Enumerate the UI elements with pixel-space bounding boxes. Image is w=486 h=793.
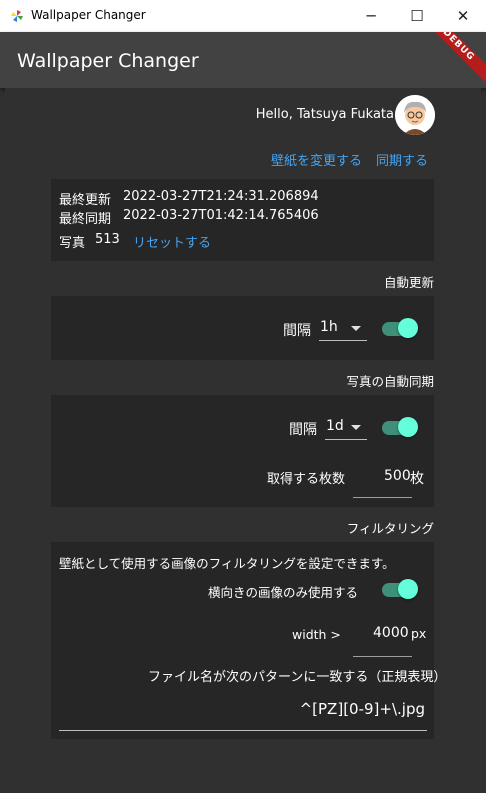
last-sync-value: 2022-03-27T01:42:14.765406 (123, 208, 319, 223)
width-field[interactable]: 4000 px (353, 622, 429, 658)
auto-sync-card: 間隔 1d 取得する枚数 500 枚 (51, 395, 434, 507)
window-titlebar: Wallpaper Changer ─ ☐ ✕ (0, 0, 486, 32)
sync-count-field[interactable]: 500 枚 (353, 465, 424, 499)
photos-label: 写真 (59, 236, 86, 251)
maximize-icon: ☐ (410, 7, 424, 25)
auto-update-card: 間隔 1h (51, 296, 434, 360)
width-label: width > (292, 627, 341, 642)
width-unit: px (411, 626, 427, 641)
auto-update-heading: 自動更新 (383, 275, 434, 290)
maximize-button[interactable]: ☐ (394, 0, 440, 32)
sync-interval-dropdown[interactable]: 1d (325, 417, 367, 440)
last-sync-label: 最終同期 (59, 212, 112, 227)
toggle-thumb (398, 417, 418, 437)
minimize-icon: ─ (366, 7, 376, 25)
filtering-heading: フィルタリング (346, 521, 434, 536)
pattern-underline (59, 730, 427, 731)
change-wallpaper-link[interactable]: 壁紙を変更する (271, 150, 362, 169)
toggle-thumb (398, 579, 418, 599)
chevron-down-icon (351, 425, 361, 430)
last-update-value: 2022-03-27T21:24:31.206894 (123, 189, 319, 204)
greeting-text: Hello, Tatsuya Fukata (255, 107, 394, 122)
landscape-only-toggle[interactable] (380, 578, 418, 600)
update-interval-value: 1h (320, 319, 338, 335)
sync-count-underline (353, 497, 412, 498)
width-underline (353, 656, 412, 657)
auto-sync-heading: 写真の自動同期 (346, 374, 434, 389)
close-button[interactable]: ✕ (440, 0, 486, 32)
avatar-face-icon (395, 95, 435, 135)
landscape-only-label: 横向きの画像のみ使用する (208, 585, 359, 600)
auto-update-toggle[interactable] (380, 317, 418, 339)
pattern-label: ファイル名が次のパターンに一致する（正規表現） (148, 670, 447, 685)
auto-sync-toggle[interactable] (380, 416, 418, 438)
minimize-button[interactable]: ─ (348, 0, 394, 32)
last-update-label: 最終更新 (59, 193, 112, 208)
sync-interval-label: 間隔 (289, 422, 317, 438)
app-pinwheel-icon (11, 10, 23, 22)
toggle-thumb (398, 318, 418, 338)
sync-interval-value: 1d (326, 418, 344, 434)
sync-link[interactable]: 同期する (376, 150, 428, 169)
debug-banner: DEBUG (414, 32, 486, 88)
sync-count-label: 取得する枚数 (267, 472, 346, 487)
reset-link[interactable]: リセットする (133, 232, 211, 251)
pattern-value: ^[PZ][0-9]+\.jpg (299, 700, 425, 718)
update-interval-label: 間隔 (283, 323, 311, 339)
pattern-field[interactable]: ^[PZ][0-9]+\.jpg (59, 692, 427, 732)
photos-count: 513 (95, 232, 120, 247)
update-interval-dropdown[interactable]: 1h (319, 318, 367, 341)
filtering-description: 壁紙として使用する画像のフィルタリングを設定できます。 (59, 556, 395, 571)
status-card: 最終更新 2022-03-27T21:24:31.206894 最終同期 202… (51, 179, 434, 261)
close-icon: ✕ (456, 7, 470, 25)
app-title: Wallpaper Changer (17, 50, 199, 72)
width-value: 4000 (373, 625, 409, 641)
filtering-card: 壁紙として使用する画像のフィルタリングを設定できます。 横向きの画像のみ使用する… (51, 542, 446, 739)
chevron-down-icon (351, 326, 361, 331)
sync-count-value: 500 (384, 468, 411, 484)
app-bar: Wallpaper Changer DEBUG (0, 32, 486, 88)
sync-count-unit: 枚 (410, 471, 424, 487)
window-title: Wallpaper Changer (31, 8, 146, 22)
user-avatar[interactable] (395, 95, 435, 135)
